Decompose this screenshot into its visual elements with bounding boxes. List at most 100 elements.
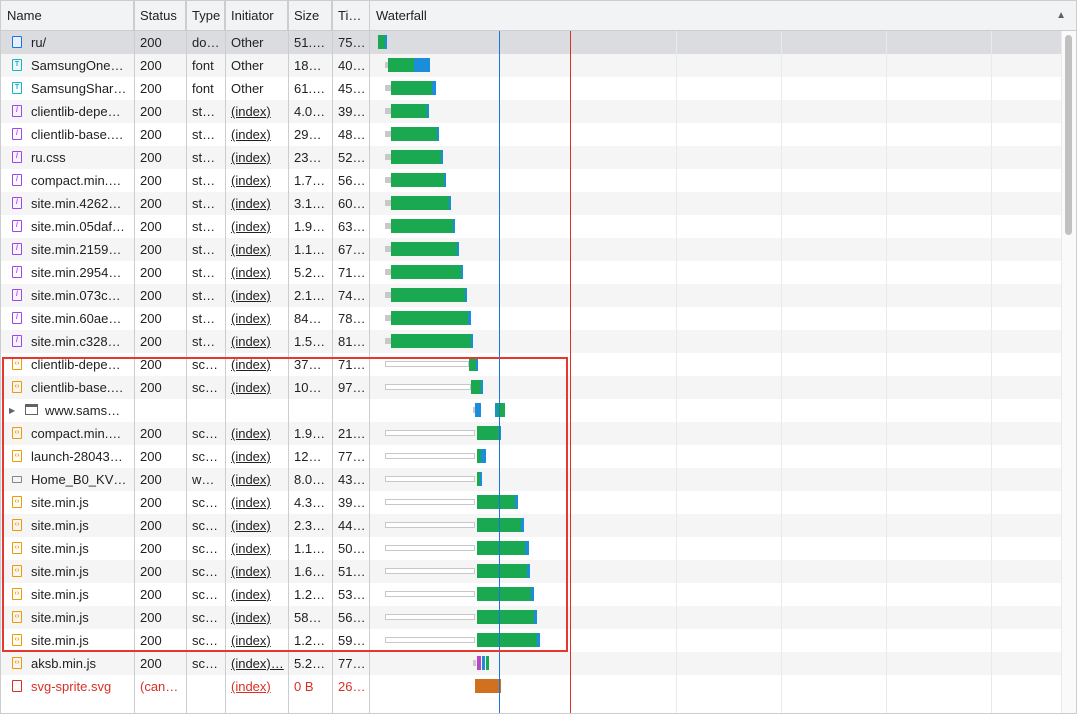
triangle-up-icon[interactable]: ▲ (1056, 1, 1066, 30)
waterfall-timing-bar (480, 472, 482, 486)
request-status: (can… (140, 679, 179, 694)
waterfall-timing-bar (469, 357, 476, 371)
table-row[interactable]: ‹› compact.min.… 200 sc… (index) 1.9… 21… (1, 422, 1062, 445)
request-size: 1.7… (294, 173, 326, 188)
column-header-time[interactable]: Ti… (332, 1, 370, 30)
request-initiator[interactable]: (index) (225, 468, 288, 491)
table-row[interactable]: Home_B0_KV… 200 w… (index) 8.0… 43… (1, 468, 1062, 491)
column-header-initiator[interactable]: Initiator (225, 1, 288, 30)
table-row[interactable]: ‹› site.min.js 200 sc… (index) 4.3… 39… (1, 491, 1062, 514)
request-name: site.min.js (31, 564, 89, 579)
request-initiator[interactable]: (index) (225, 169, 288, 192)
request-initiator[interactable]: (index) (225, 560, 288, 583)
request-time: 71… (338, 357, 366, 372)
table-row[interactable]: ‹› aksb.min.js 200 sc… (index)… 5.2… 77… (1, 652, 1062, 675)
table-row[interactable]: ru/200 do… Other 51.… 75… (1, 31, 1062, 54)
column-header-size[interactable]: Size (288, 1, 332, 30)
table-row[interactable]: ‹› site.min.js 200 sc… (index) 1.2… 53… (1, 583, 1062, 606)
request-initiator[interactable]: (index) (225, 238, 288, 261)
request-initiator[interactable]: (index) (225, 606, 288, 629)
table-row[interactable]: / compact.min.… 200 st… (index) 1.7… 56… (1, 169, 1062, 192)
table-row[interactable]: / site.min.2159… 200 st… (index) 1.1… 67… (1, 238, 1062, 261)
request-initiator[interactable]: (index) (225, 192, 288, 215)
request-initiator[interactable]: (index) (225, 491, 288, 514)
request-status: 200 (140, 81, 162, 96)
request-initiator[interactable]: (index) (225, 330, 288, 353)
request-type (186, 675, 225, 698)
column-header-status[interactable]: Status (134, 1, 186, 30)
scrollbar[interactable] (1061, 31, 1076, 713)
request-initiator[interactable]: Other (225, 31, 288, 54)
request-initiator[interactable]: (index) (225, 629, 288, 652)
request-status: 200 (140, 357, 162, 372)
table-row[interactable]: ‹› site.min.js 200 sc… (index) 1.2… 59… (1, 629, 1062, 652)
request-initiator[interactable]: (index) (225, 146, 288, 169)
request-initiator[interactable]: (index) (225, 675, 288, 698)
request-initiator[interactable]: (index) (225, 123, 288, 146)
table-row[interactable]: ‹› site.min.js 200 sc… (index) 1.1… 50… (1, 537, 1062, 560)
request-status: 200 (140, 518, 162, 533)
waterfall-timing-bar (391, 196, 449, 210)
waterfall-timing-bar (378, 35, 385, 49)
request-time: 56… (338, 610, 366, 625)
waterfall-gridline (781, 31, 782, 713)
column-header-type[interactable]: Type (186, 1, 225, 30)
request-type: st… (192, 173, 216, 188)
column-header-name[interactable]: Name (1, 1, 134, 30)
table-row[interactable]: / ru.css 200 st… (index) 23… 52… (1, 146, 1062, 169)
waterfall-label: Waterfall (376, 8, 427, 23)
table-row[interactable]: svg-sprite.svg (can… (index) 0 B 26… (1, 675, 1062, 698)
request-initiator[interactable]: Other (225, 54, 288, 77)
request-type: sc… (192, 380, 218, 395)
waterfall-queue-bar (385, 545, 475, 551)
table-row[interactable]: ‹› launch-28043… 200 sc… (index) 12… 77… (1, 445, 1062, 468)
request-time: 26… (338, 679, 366, 694)
table-row[interactable]: / site.min.c328… 200 st… (index) 1.5… 81… (1, 330, 1062, 353)
request-initiator[interactable]: (index) (225, 215, 288, 238)
request-initiator[interactable]: (index) (225, 307, 288, 330)
request-initiator[interactable]: (index) (225, 353, 288, 376)
request-type: st… (192, 219, 216, 234)
request-size: 1.2… (294, 633, 326, 648)
request-size: 18… (294, 58, 322, 73)
table-row[interactable]: T SamsungShar… 200 font Other 61.… 45… (1, 77, 1062, 100)
request-initiator[interactable]: (index) (225, 261, 288, 284)
request-initiator[interactable]: (index) (225, 376, 288, 399)
request-status: 200 (140, 265, 162, 280)
request-initiator[interactable]: Other (225, 77, 288, 100)
request-initiator[interactable]: (index) (225, 445, 288, 468)
request-initiator[interactable]: (index) (225, 537, 288, 560)
table-row[interactable]: ▶ www.sams… (1, 399, 1062, 422)
table-row[interactable]: / site.min.4262… 200 st… (index) 3.1… 60… (1, 192, 1062, 215)
request-time: 53… (338, 587, 366, 602)
table-row[interactable]: ‹› site.min.js 200 sc… (index) 2.3… 44… (1, 514, 1062, 537)
table-row[interactable]: / clientlib-base.… 200 st… (index) 29… 48… (1, 123, 1062, 146)
table-row[interactable]: / site.min.60ae… 200 st… (index) 84… 78… (1, 307, 1062, 330)
request-status: 200 (140, 104, 162, 119)
column-header-waterfall[interactable]: Waterfall ▲ (370, 1, 1076, 30)
table-row[interactable]: / site.min.05daf… 200 st… (index) 1.9… 63… (1, 215, 1062, 238)
request-initiator[interactable]: (index) (225, 284, 288, 307)
request-initiator[interactable]: (index)… (225, 652, 288, 675)
table-row[interactable]: ‹› clientlib-depe… 200 sc… (index) 37… 71… (1, 353, 1062, 376)
request-status: 200 (140, 219, 162, 234)
request-size (288, 399, 332, 422)
request-name: site.min.js (31, 541, 89, 556)
request-name: svg-sprite.svg (31, 679, 112, 694)
request-type: st… (192, 288, 216, 303)
request-time: 21… (338, 426, 366, 441)
table-row[interactable]: ‹› site.min.js 200 sc… (index) 58… 56… (1, 606, 1062, 629)
request-status: 200 (140, 564, 162, 579)
request-initiator[interactable]: (index) (225, 100, 288, 123)
table-row[interactable]: / site.min.073c… 200 st… (index) 2.1… 74… (1, 284, 1062, 307)
table-row[interactable]: ‹› clientlib-base.… 200 sc… (index) 10… 97… (1, 376, 1062, 399)
request-initiator[interactable]: (index) (225, 514, 288, 537)
request-initiator[interactable]: (index) (225, 583, 288, 606)
request-initiator[interactable]: (index) (225, 422, 288, 445)
waterfall-timing-bar (457, 242, 459, 256)
scrollbar-thumb[interactable] (1065, 35, 1072, 235)
table-row[interactable]: ‹› site.min.js 200 sc… (index) 1.6… 51… (1, 560, 1062, 583)
table-row[interactable]: / clientlib-depe… 200 st… (index) 4.0… 39… (1, 100, 1062, 123)
table-row[interactable]: T SamsungOne… 200 font Other 18… 40… (1, 54, 1062, 77)
table-row[interactable]: / site.min.2954… 200 st… (index) 5.2… 71… (1, 261, 1062, 284)
